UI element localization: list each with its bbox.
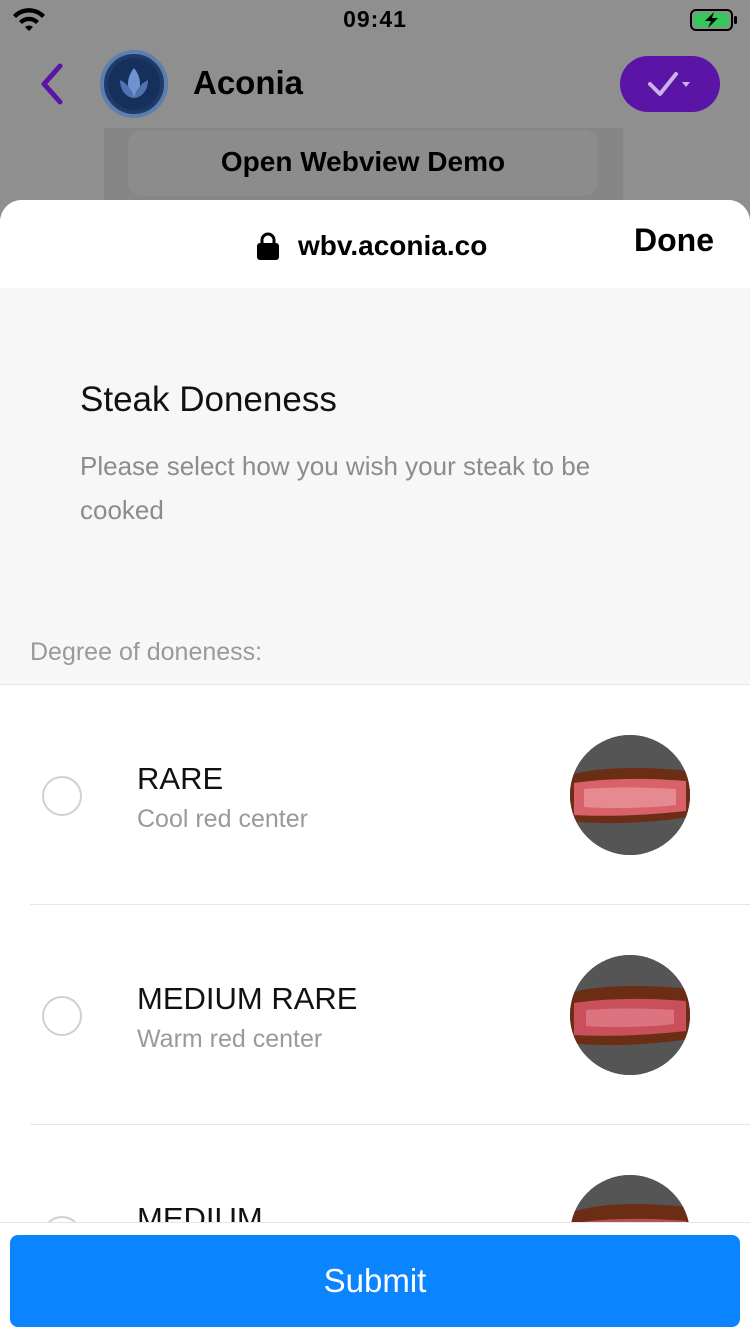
webview-page: Steak Doneness Please select how you wis… — [0, 288, 750, 1334]
battery-charging-icon — [690, 9, 737, 31]
doneness-field-label: Degree of doneness: — [30, 638, 263, 666]
webview-header: wbv.aconia.co Done — [0, 200, 750, 288]
form-description: Please select how you wish your steak to… — [80, 451, 591, 525]
radio-button[interactable] — [42, 996, 82, 1036]
status-bar: 09:41 — [0, 0, 750, 40]
steak-rare-image — [570, 735, 690, 855]
check-dropdown-button[interactable] — [620, 56, 720, 112]
option-rare[interactable]: RARE Cool red center — [0, 685, 750, 905]
option-subtitle: Warm red center — [137, 1025, 323, 1053]
aconia-logo-icon — [108, 58, 160, 110]
submit-bar: Submit — [0, 1222, 750, 1334]
radio-button[interactable] — [42, 776, 82, 816]
form-title: Steak Doneness — [80, 380, 337, 419]
steak-medium-rare-image — [570, 955, 690, 1075]
check-icon — [648, 72, 690, 96]
background-app: 09:41 Aconia Open Webview Demo — [0, 0, 750, 230]
url-display: wbv.aconia.co — [256, 226, 487, 266]
option-title: MEDIUM RARE — [137, 981, 358, 1016]
back-chevron-icon[interactable] — [36, 62, 66, 106]
app-navbar: Aconia — [0, 44, 750, 124]
status-time: 09:41 — [343, 6, 407, 32]
webview-sheet: wbv.aconia.co Done Steak Doneness Please… — [0, 200, 750, 1334]
url-text: wbv.aconia.co — [298, 230, 488, 261]
option-medium-rare[interactable]: MEDIUM RARE Warm red center — [0, 905, 750, 1125]
app-title: Aconia — [193, 64, 304, 101]
done-button[interactable]: Done — [634, 222, 714, 259]
open-webview-demo-button[interactable]: Open Webview Demo — [128, 130, 598, 196]
app-avatar — [100, 50, 168, 118]
lock-icon — [257, 232, 279, 260]
option-title: RARE — [137, 761, 224, 796]
option-subtitle: Cool red center — [137, 805, 308, 833]
submit-button[interactable]: Submit — [10, 1235, 740, 1327]
